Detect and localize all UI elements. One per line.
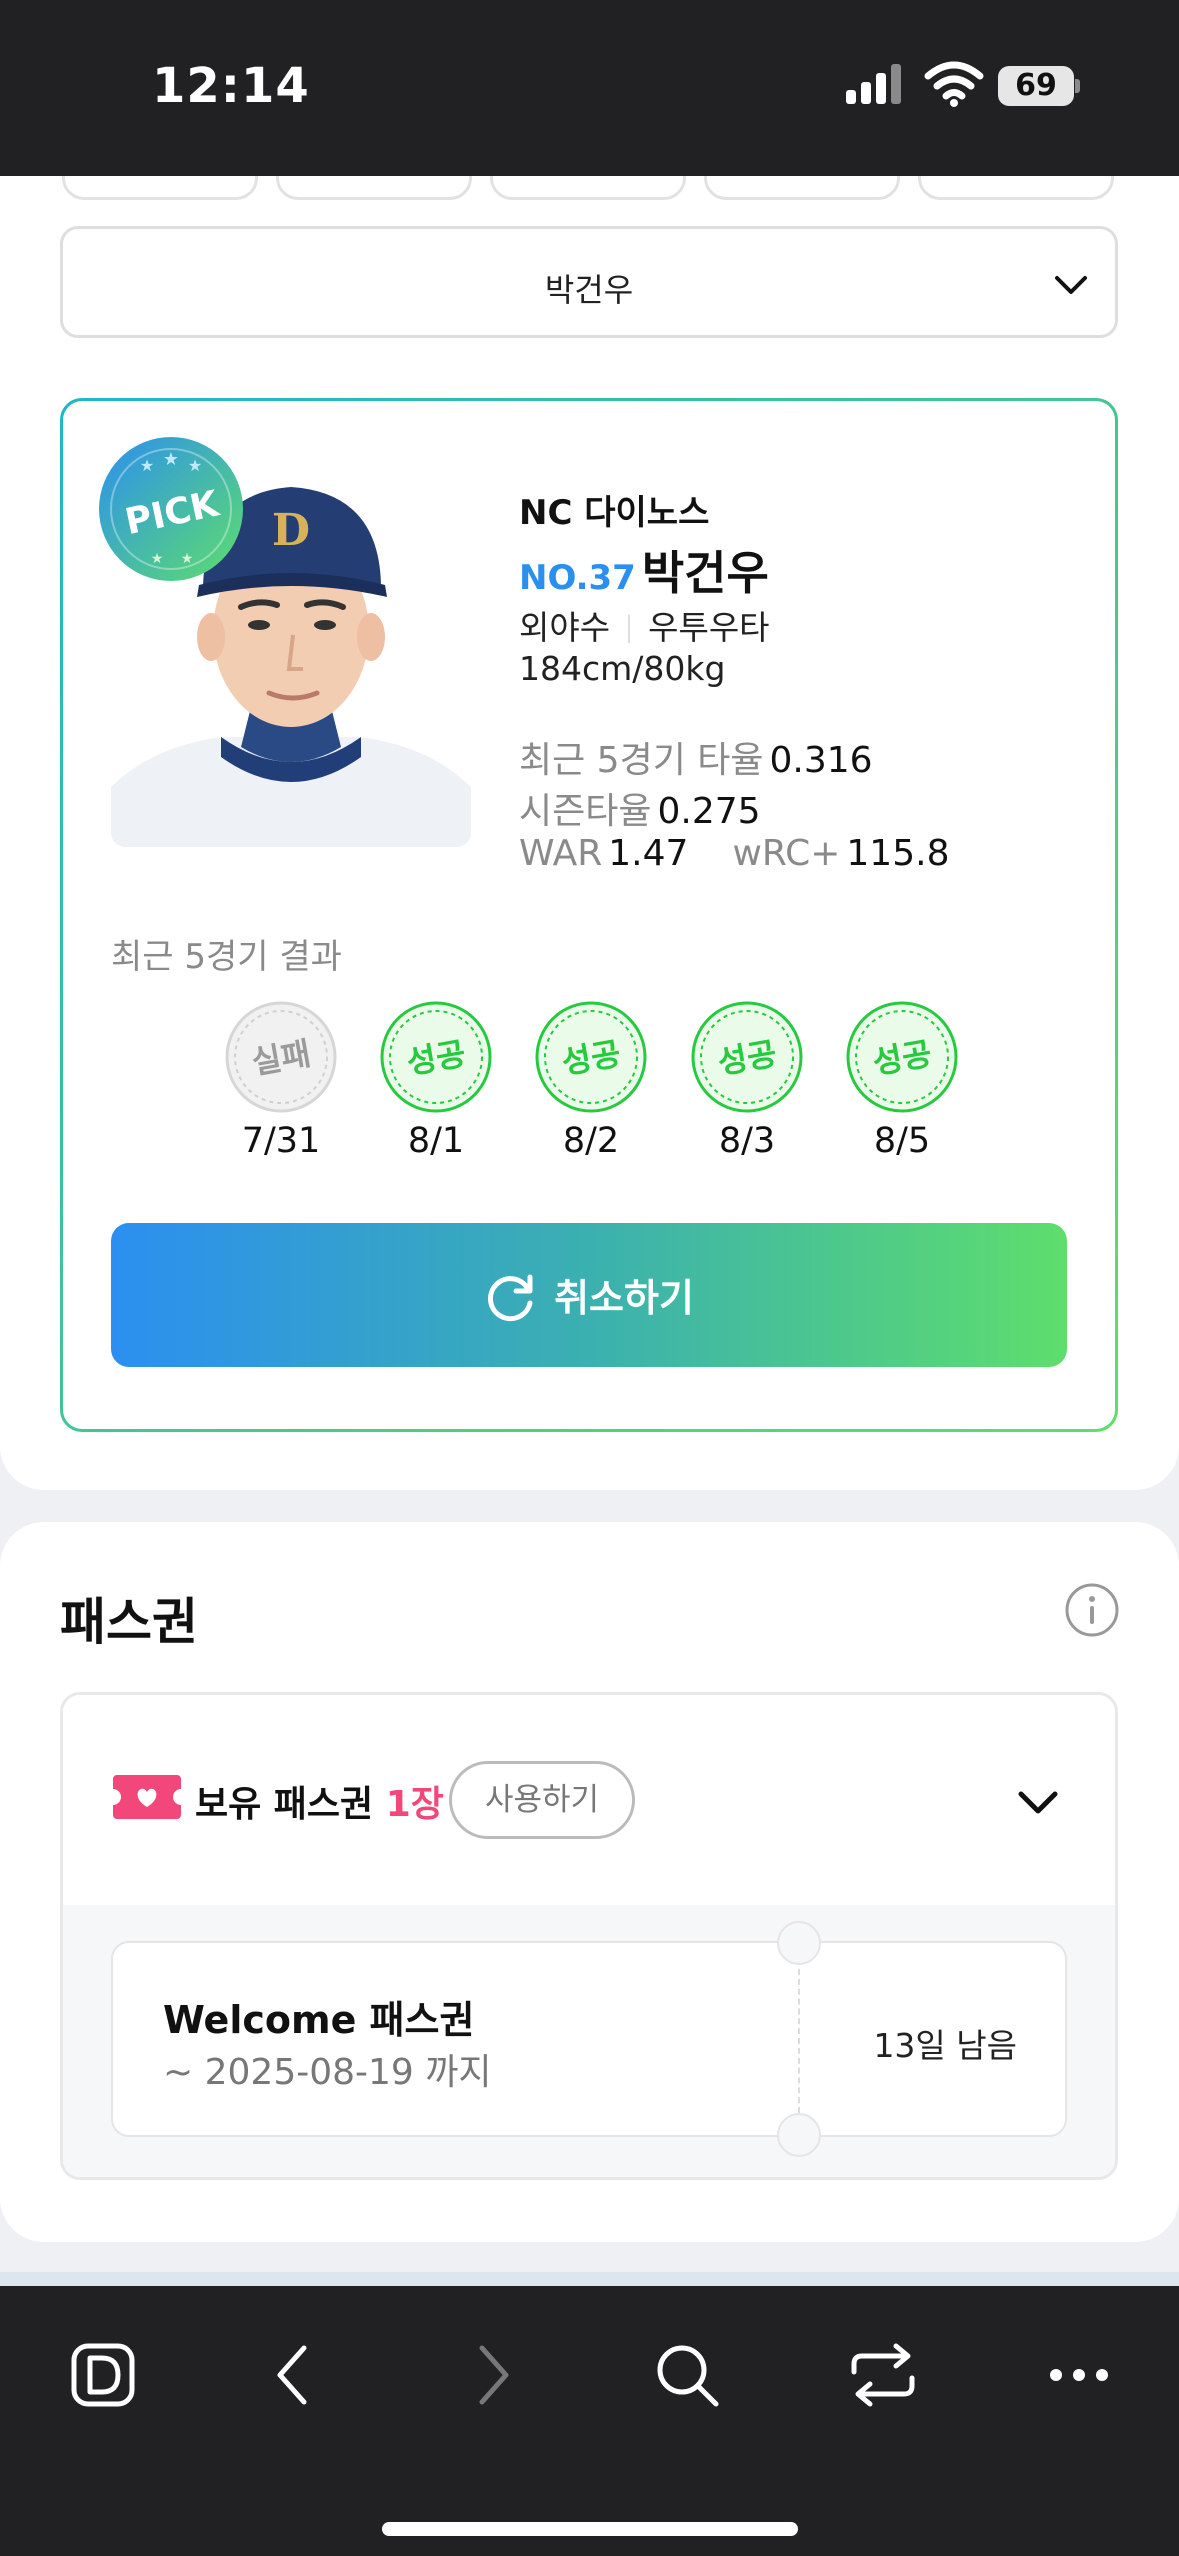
back-icon[interactable] <box>260 2340 330 2410</box>
player-select-value: 박건우 <box>544 271 634 309</box>
info-icon[interactable] <box>1064 1582 1120 1638</box>
filter-chip-strip <box>0 176 1179 202</box>
owned-pass-label: 보유 패스권 <box>195 1784 374 1825</box>
player-card: D ★ ★ ★ ★ ★ PICK NC 다이노스 NO.37 박건우 외야수 우… <box>60 398 1118 1432</box>
stat-war-wrc: WAR 1.47 wRC+ 115.8 <box>519 833 950 874</box>
ticket-remaining: 13일 남음 <box>873 2026 1017 2065</box>
stat-season: 시즌타율 0.275 <box>519 791 761 832</box>
player-select[interactable]: 박건우 <box>60 226 1118 338</box>
more-icon[interactable] <box>1044 2340 1114 2410</box>
chevron-down-icon[interactable] <box>1013 1777 1063 1827</box>
stat-recent5: 최근 5경기 타율 0.316 <box>519 740 873 781</box>
wifi-icon <box>924 61 984 107</box>
pass-panel: 패스권 보유 패스권 1장 사용하기 Welcome 패스권 ~ 2025-08… <box>0 1522 1179 2242</box>
game-date: 7/31 <box>241 1121 321 1161</box>
signal-icon <box>846 64 901 104</box>
player-number-name: NO.37 박건우 <box>519 537 769 603</box>
browser-toolbar <box>0 2286 1179 2556</box>
filter-chip[interactable] <box>276 176 472 200</box>
ticket-icon <box>113 1775 181 1819</box>
filter-chip[interactable] <box>62 176 258 200</box>
pass-title: 패스권 <box>60 1593 198 1651</box>
player-number: NO.37 <box>519 558 636 598</box>
battery-icon: 69 <box>998 66 1080 106</box>
player-name: 박건우 <box>641 546 769 600</box>
fail-stamp-icon: 실패 <box>225 1001 337 1113</box>
pick-badge-icon: ★ ★ ★ ★ ★ PICK <box>99 437 243 581</box>
forward-icon[interactable] <box>456 2340 526 2410</box>
status-time: 12:14 <box>152 58 310 114</box>
filter-chip[interactable] <box>704 176 900 200</box>
cancel-button-label: 취소하기 <box>554 1276 694 1320</box>
owned-pass: 보유 패스권 1장 <box>195 1775 444 1827</box>
tabs-switch-icon[interactable] <box>848 2340 918 2410</box>
game-date: 8/3 <box>718 1121 776 1161</box>
svg-text:★: ★ <box>188 456 202 475</box>
svg-text:★: ★ <box>140 456 154 475</box>
success-stamp-icon: 성공 <box>691 1001 803 1113</box>
owned-pass-count: 1장 <box>385 1784 444 1825</box>
game-date: 8/5 <box>873 1121 931 1161</box>
pass-box: 보유 패스권 1장 사용하기 Welcome 패스권 ~ 2025-08-19 … <box>60 1692 1118 2180</box>
player-body: 184cm/80kg <box>519 649 726 688</box>
home-indicator <box>382 2522 798 2536</box>
d-logo-icon[interactable] <box>68 2340 138 2410</box>
svg-text:★: ★ <box>163 449 179 470</box>
team-name: NC 다이노스 <box>519 493 710 533</box>
recent-games: 실패 7/31 성공 8/1 성공 8/2 성공 8/3 성공 8/5 <box>223 1001 983 1161</box>
battery-level: 69 <box>998 66 1074 106</box>
game-result: 성공 8/2 <box>533 1001 649 1161</box>
svg-text:D: D <box>272 505 310 556</box>
recent-games-title: 최근 5경기 결과 <box>111 937 342 977</box>
svg-text:★: ★ <box>181 551 194 567</box>
cancel-button[interactable]: 취소하기 <box>111 1223 1067 1367</box>
pass-header[interactable]: 보유 패스권 1장 사용하기 <box>63 1695 1115 1905</box>
refresh-icon <box>488 1274 533 1322</box>
success-stamp-icon: 성공 <box>535 1001 647 1113</box>
game-result: 실패 7/31 <box>223 1001 339 1161</box>
pass-list: Welcome 패스권 ~ 2025-08-19 까지 13일 남음 <box>63 1905 1115 2177</box>
position: 외야수 <box>519 608 611 647</box>
game-date: 8/2 <box>562 1121 620 1161</box>
filter-chip[interactable] <box>490 176 686 200</box>
pass-ticket[interactable]: Welcome 패스권 ~ 2025-08-19 까지 13일 남음 <box>111 1921 1067 2157</box>
player-position: 외야수 우투우타 <box>519 601 770 649</box>
success-stamp-icon: 성공 <box>846 1001 958 1113</box>
player-panel: 박건우 D ★ ★ ★ ★ ★ PICK NC 다이노스 NO.37 박건우 외… <box>0 176 1179 1490</box>
bats-throws: 우투우타 <box>648 608 770 647</box>
ticket-expiry: ~ 2025-08-19 까지 <box>163 2052 492 2093</box>
svg-text:★: ★ <box>151 551 164 567</box>
search-icon[interactable] <box>652 2340 722 2410</box>
ticket-name: Welcome 패스권 <box>163 1998 475 2042</box>
content-edge <box>0 2272 1179 2286</box>
chevron-down-icon <box>1055 276 1087 294</box>
game-date: 8/1 <box>407 1121 465 1161</box>
filter-chip[interactable] <box>918 176 1114 200</box>
use-pass-button[interactable]: 사용하기 <box>449 1761 635 1839</box>
game-result: 성공 8/3 <box>689 1001 805 1161</box>
success-stamp-icon: 성공 <box>380 1001 492 1113</box>
game-result: 성공 8/1 <box>378 1001 494 1161</box>
status-bar: 12:14 69 <box>0 0 1179 176</box>
game-result: 성공 8/5 <box>844 1001 960 1161</box>
